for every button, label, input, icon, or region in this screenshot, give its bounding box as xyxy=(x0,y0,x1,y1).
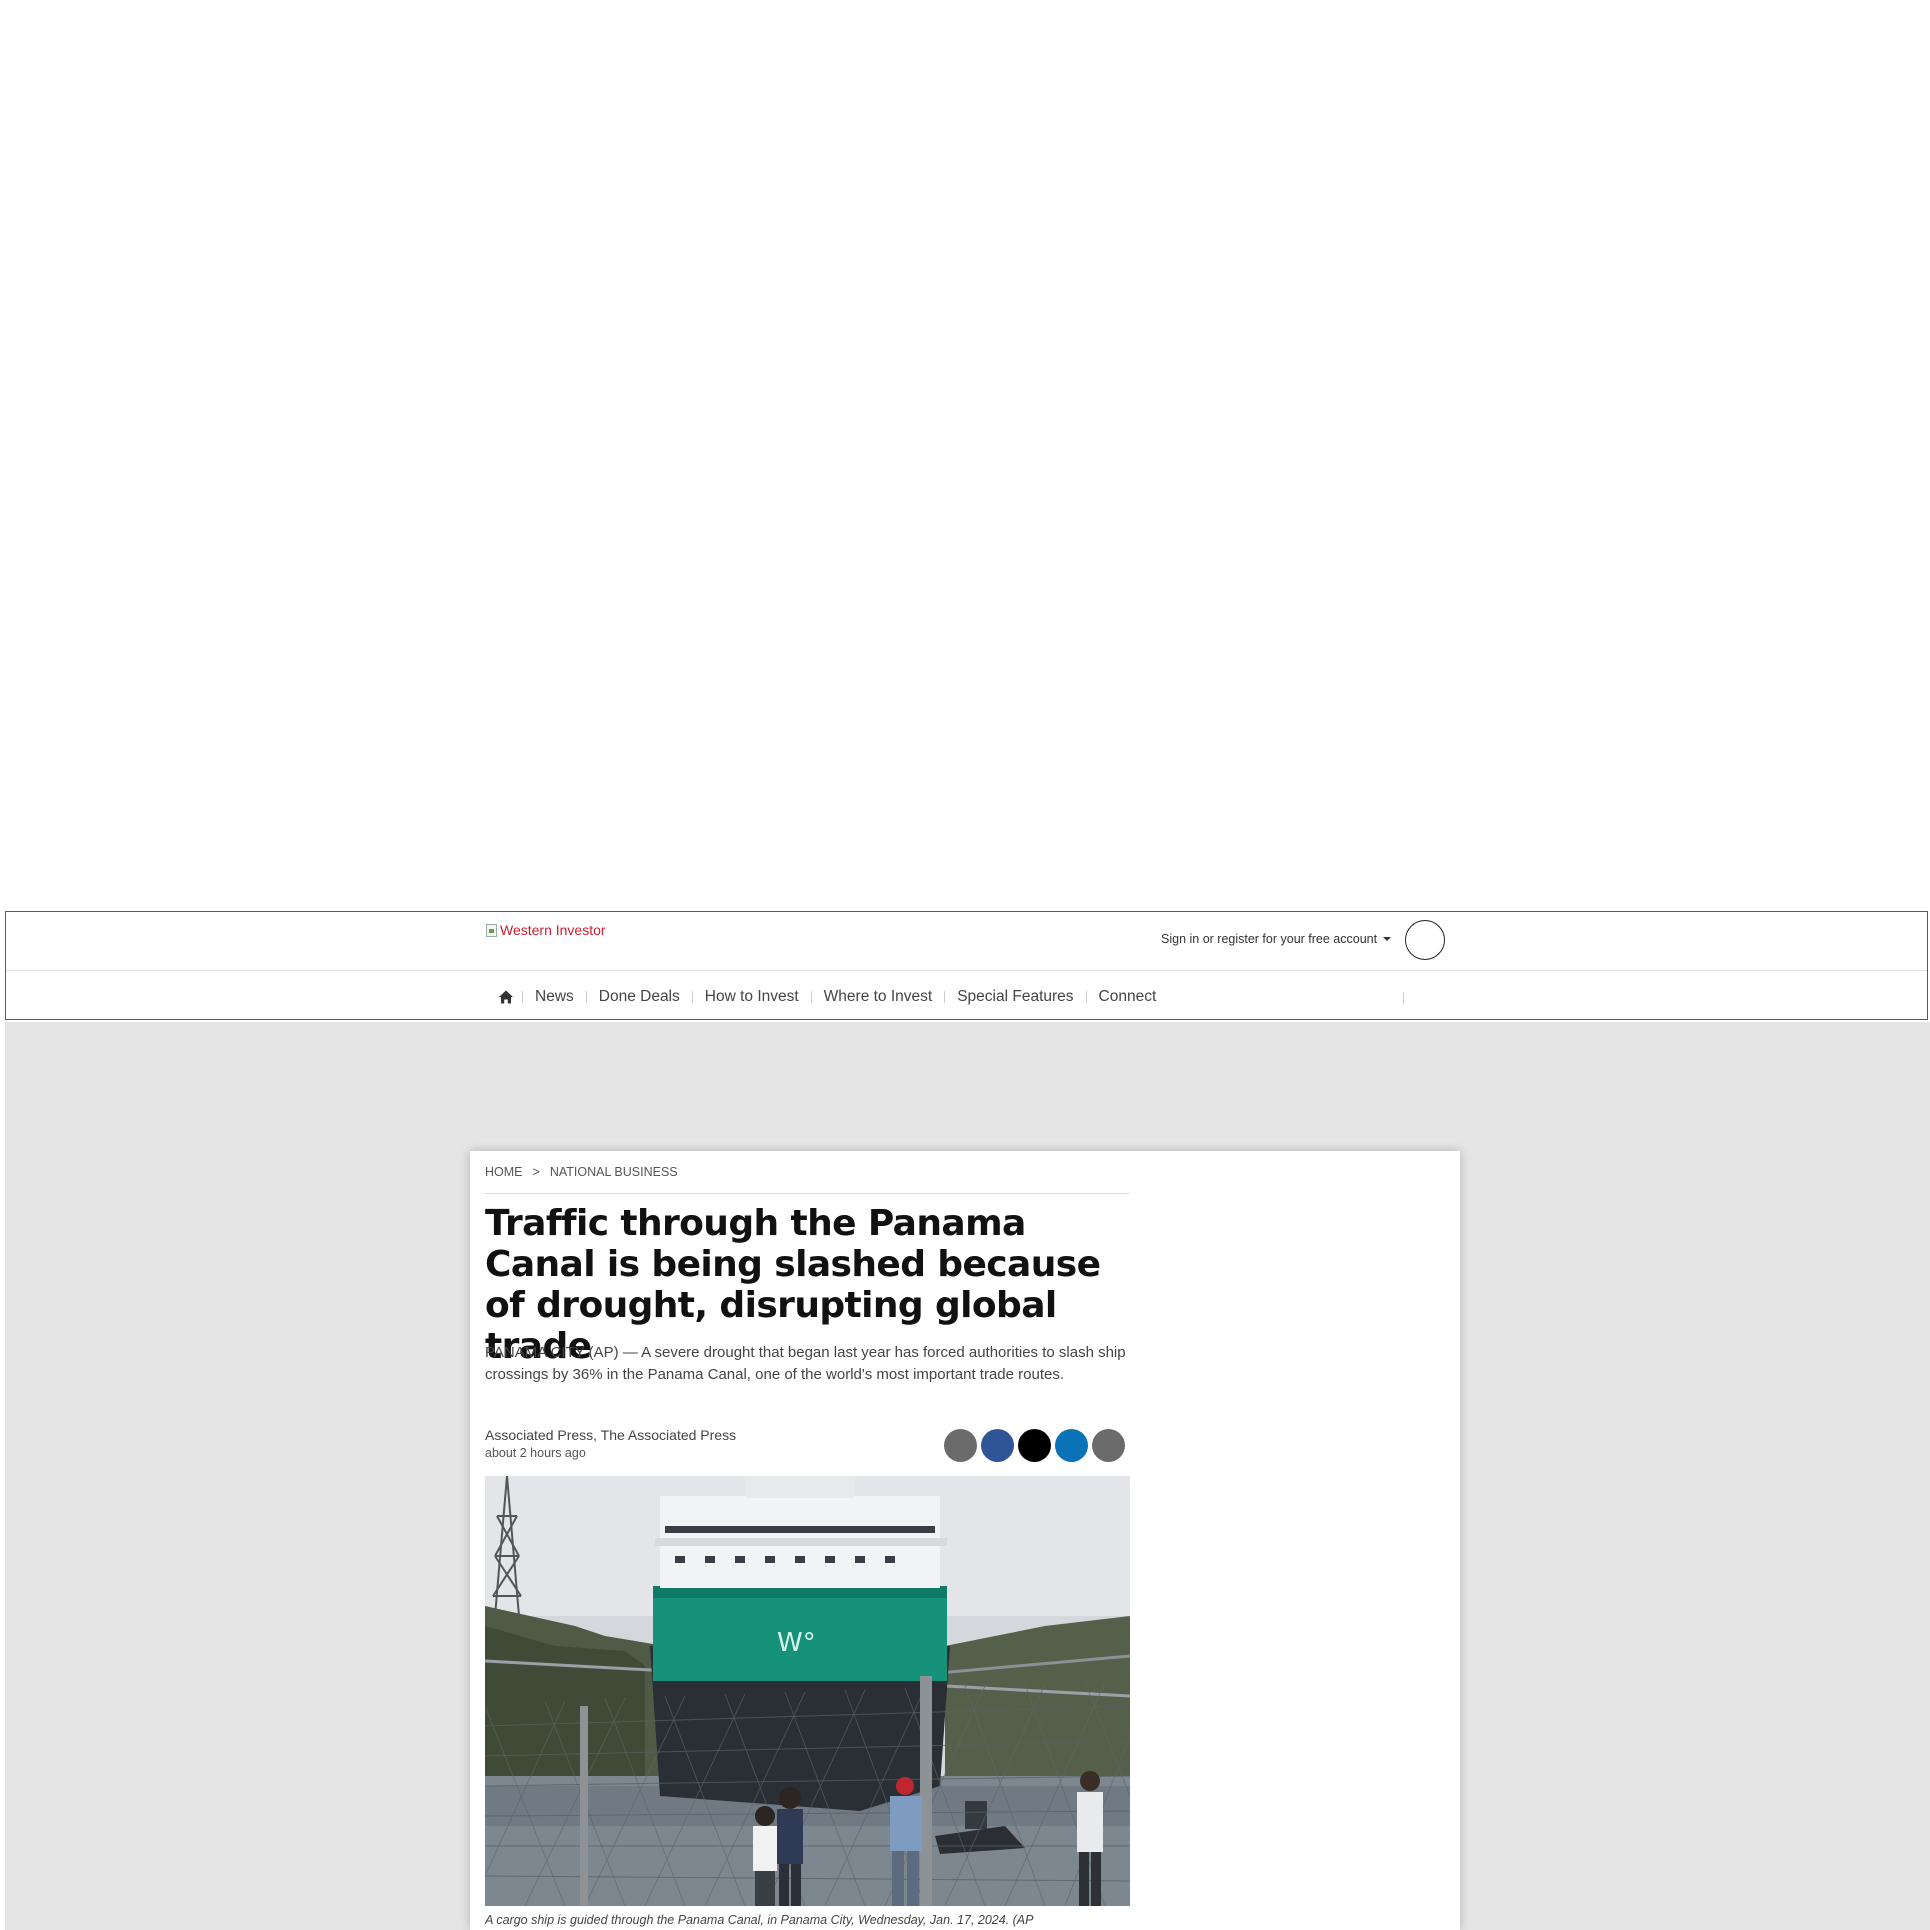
linkedin-icon[interactable] xyxy=(1055,1429,1088,1462)
article-byline: Associated Press, The Associated Press xyxy=(485,1427,737,1443)
account-dropdown[interactable]: Sign in or register for your free accoun… xyxy=(1161,929,1392,949)
broken-image-icon xyxy=(486,923,497,937)
share-buttons xyxy=(944,1429,1125,1462)
photo-caption: A cargo ship is guided through the Panam… xyxy=(485,1913,1034,1927)
article-lede: PANAMA CITY (AP) — A severe drought that… xyxy=(485,1344,1126,1383)
nav-separator xyxy=(944,991,946,1003)
nav-item-done-deals[interactable]: Done Deals xyxy=(599,988,680,1006)
article-timestamp: about 2 hours ago xyxy=(485,1446,586,1460)
nav-item-connect[interactable]: Connect xyxy=(1099,988,1157,1006)
site-logo[interactable]: Western Investor xyxy=(486,920,606,940)
home-icon[interactable] xyxy=(498,989,514,1005)
breadcrumb: HOME > NATIONAL BUSINESS xyxy=(485,1165,678,1179)
more-share-icon[interactable] xyxy=(1092,1429,1125,1462)
logo-alt-text: Western Investor xyxy=(500,922,606,938)
nav-separator xyxy=(691,991,693,1003)
nav-separator xyxy=(1085,991,1087,1003)
nav-separator xyxy=(585,991,587,1003)
breadcrumb-home[interactable]: HOME xyxy=(485,1165,523,1179)
nav-separator xyxy=(1403,992,1404,1004)
caret-down-icon xyxy=(1383,937,1392,941)
x-icon[interactable] xyxy=(1018,1429,1051,1462)
breadcrumb-divider xyxy=(485,1193,1130,1194)
nav-item-how-to-invest[interactable]: How to Invest xyxy=(705,988,799,1006)
facebook-icon[interactable] xyxy=(981,1429,1014,1462)
email-icon[interactable] xyxy=(944,1429,977,1462)
cargo-ship-photo: W° xyxy=(485,1476,1130,1906)
header-divider xyxy=(6,970,1927,971)
main-nav: News Done Deals How to Invest Where to I… xyxy=(492,986,1156,1008)
article-hero-photo[interactable]: W° xyxy=(485,1476,1130,1906)
breadcrumb-separator: > xyxy=(532,1165,540,1179)
site-header: Western Investor Sign in or register for… xyxy=(5,911,1928,1020)
user-avatar-button[interactable] xyxy=(1405,920,1445,960)
ship-logo-mark: W° xyxy=(777,1628,816,1658)
nav-item-news[interactable]: News xyxy=(535,988,574,1006)
nav-separator xyxy=(522,991,523,1003)
article-card: HOME > NATIONAL BUSINESS Traffic through… xyxy=(470,1151,1460,1930)
breadcrumb-national-business[interactable]: NATIONAL BUSINESS xyxy=(550,1165,678,1179)
account-link-label: Sign in or register for your free accoun… xyxy=(1161,932,1378,946)
nav-item-where-to-invest[interactable]: Where to Invest xyxy=(824,988,933,1006)
nav-separator xyxy=(810,991,812,1003)
nav-item-special-features[interactable]: Special Features xyxy=(957,988,1073,1006)
